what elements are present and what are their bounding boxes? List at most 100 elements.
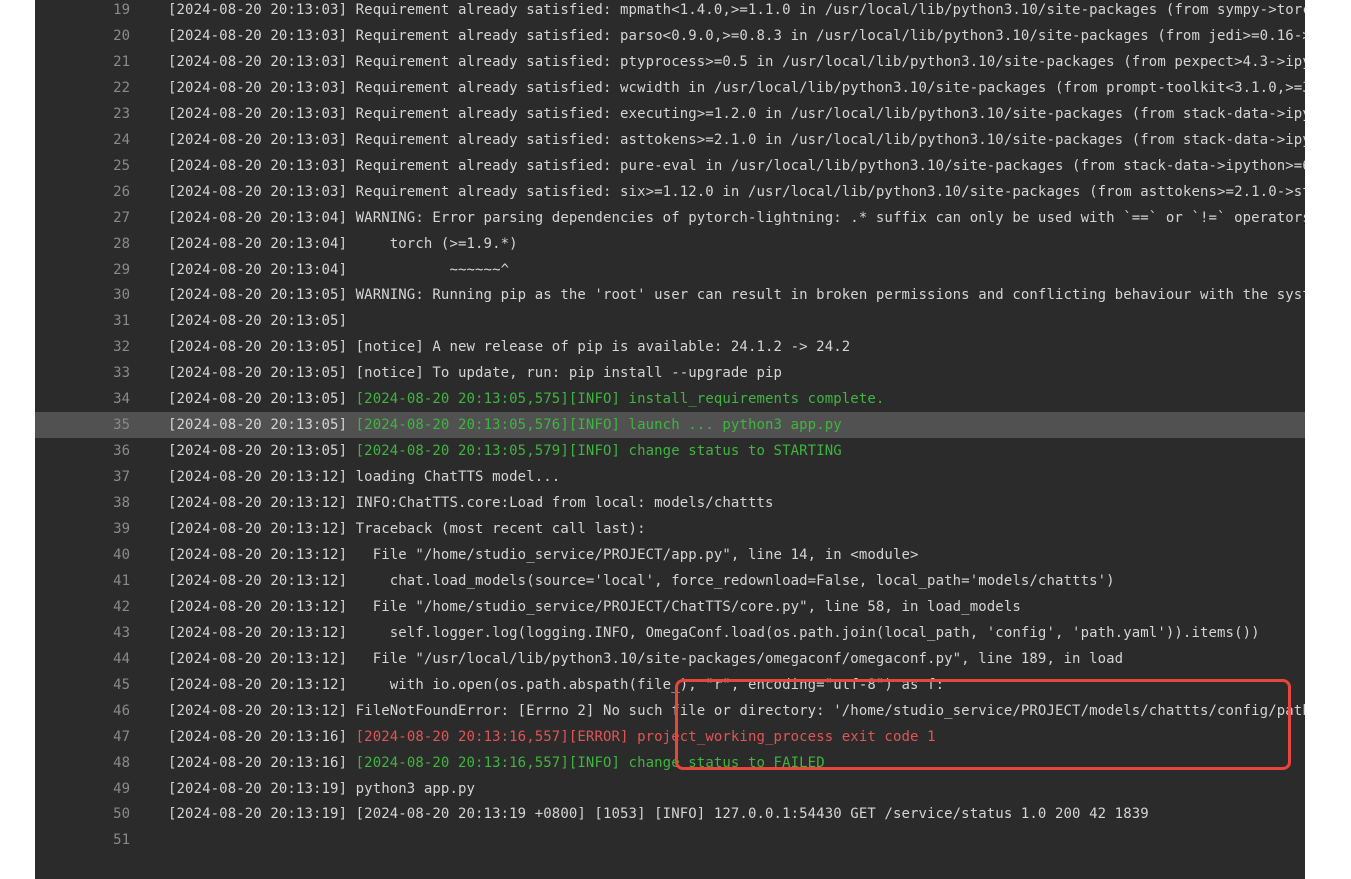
log-line: 27 [2024-08-20 20:13:04] WARNING: Error p… [35, 205, 1305, 231]
log-text: [2024-08-20 20:13:05] [notice] To update… [168, 365, 783, 382]
log-line: 38 [2024-08-20 20:13:12] INFO:ChatTTS.cor… [35, 490, 1305, 516]
log-text: [2024-08-20 20:13:03] Requirement alread… [168, 79, 1305, 96]
log-line: 30 [2024-08-20 20:13:05] WARNING: Running… [35, 282, 1305, 308]
log-timestamp-prefix: [2024-08-20 20:13:05] [168, 417, 356, 434]
line-number: 19 [113, 2, 130, 18]
line-number: 45 [113, 676, 130, 693]
line-number: 29 [113, 261, 130, 278]
log-line: 48 [2024-08-20 20:13:16] [2024-08-20 20:1… [35, 750, 1305, 776]
log-timestamp-prefix: [2024-08-20 20:13:16] [168, 754, 356, 771]
log-line: 36 [2024-08-20 20:13:05] [2024-08-20 20:1… [35, 438, 1305, 464]
line-number: 41 [113, 572, 130, 589]
log-text: [2024-08-20 20:13:12] File "/home/studio… [168, 546, 919, 563]
log-text: [2024-08-20 20:13:04] WARNING: Error par… [168, 209, 1305, 226]
line-number: 21 [113, 53, 130, 70]
line-number: 31 [113, 313, 130, 330]
log-line: 39 [2024-08-20 20:13:12] Traceback (most … [35, 516, 1305, 542]
log-line: 26 [2024-08-20 20:13:03] Requirement alre… [35, 179, 1305, 205]
line-number: 38 [113, 495, 130, 512]
log-text: [2024-08-20 20:13:03] Requirement alread… [168, 2, 1305, 18]
log-text: [2024-08-20 20:13:12] Traceback (most re… [168, 521, 646, 537]
log-line: 51 [35, 827, 1305, 853]
log-line: 28 [2024-08-20 20:13:04] torch (>=1.9.*) [35, 231, 1305, 257]
log-line: 43 [2024-08-20 20:13:12] self.logger.log(… [35, 620, 1305, 646]
log-line: 45 [2024-08-20 20:13:12] with io.open(os.… [35, 672, 1305, 698]
line-number: 27 [113, 209, 130, 226]
line-number: 42 [113, 598, 130, 615]
log-text: [2024-08-20 20:13:05] [2024-08-20 20:13:… [168, 412, 842, 438]
log-line: 25 [2024-08-20 20:13:03] Requirement alre… [35, 153, 1305, 179]
error-message: [2024-08-20 20:13:16,557][ERROR] project… [355, 728, 936, 745]
line-number: 33 [113, 365, 130, 382]
log-text: [2024-08-20 20:13:16] [2024-08-20 20:13:… [168, 750, 825, 776]
line-number: 34 [113, 391, 130, 408]
log-line: 24 [2024-08-20 20:13:03] Requirement alre… [35, 127, 1305, 153]
log-text: [2024-08-20 20:13:16] [2024-08-20 20:13:… [168, 724, 936, 750]
log-text: [2024-08-20 20:13:04] torch (>=1.9.*) [168, 235, 518, 252]
log-line: 31 [2024-08-20 20:13:05] [35, 308, 1305, 334]
line-number: 25 [113, 157, 130, 174]
log-timestamp-prefix: [2024-08-20 20:13:16] [168, 728, 356, 745]
log-line: 42 [2024-08-20 20:13:12] File "/home/stud… [35, 594, 1305, 620]
log-timestamp-prefix: [2024-08-20 20:13:05] [168, 391, 356, 408]
log-text: [2024-08-20 20:13:12] self.logger.log(lo… [168, 624, 1260, 641]
log-text: [2024-08-20 20:13:05] [2024-08-20 20:13:… [168, 438, 842, 464]
log-text: [2024-08-20 20:13:19] [2024-08-20 20:13:… [168, 806, 1149, 823]
line-number: 26 [113, 183, 130, 200]
info-message: [2024-08-20 20:13:05,579][INFO] change s… [355, 443, 842, 460]
line-number: 43 [113, 624, 130, 641]
line-number: 51 [113, 832, 130, 849]
log-line: 21 [2024-08-20 20:13:03] Requirement alre… [35, 49, 1305, 75]
log-line: 40 [2024-08-20 20:13:12] File "/home/stud… [35, 542, 1305, 568]
line-number: 30 [113, 287, 130, 304]
log-line: 23 [2024-08-20 20:13:03] Requirement alre… [35, 101, 1305, 127]
line-number: 36 [113, 443, 130, 460]
log-line: 32 [2024-08-20 20:13:05] [notice] A new r… [35, 334, 1305, 360]
log-text: [2024-08-20 20:13:04] ~~~~~~^ [168, 261, 510, 278]
right-margin [1305, 0, 1351, 879]
log-line: 20 [2024-08-20 20:13:03] Requirement alre… [35, 23, 1305, 49]
log-text: [2024-08-20 20:13:12] chat.load_models(s… [168, 572, 1115, 589]
info-message: [2024-08-20 20:13:16,557][INFO] change s… [355, 754, 825, 771]
line-number: 35 [113, 417, 130, 434]
line-number: 37 [113, 469, 130, 486]
log-text: [2024-08-20 20:13:12] FileNotFoundError:… [168, 702, 1305, 719]
log-text: [2024-08-20 20:13:05] WARNING: Running p… [168, 287, 1305, 304]
line-number: 46 [113, 702, 130, 719]
log-line: 50 [2024-08-20 20:13:19] [2024-08-20 20:1… [35, 801, 1305, 827]
log-line: 46 [2024-08-20 20:13:12] FileNotFoundErro… [35, 698, 1305, 724]
line-number: 48 [113, 754, 130, 771]
line-number: 40 [113, 546, 130, 563]
log-line: 19 [2024-08-20 20:13:03] Requirement alre… [35, 0, 1305, 23]
log-line: 47 [2024-08-20 20:13:16] [2024-08-20 20:1… [35, 724, 1305, 750]
log-text: [2024-08-20 20:13:03] Requirement alread… [168, 53, 1305, 70]
line-number: 44 [113, 650, 130, 667]
log-text: [2024-08-20 20:13:03] Requirement alread… [168, 157, 1305, 174]
log-line: 33 [2024-08-20 20:13:05] [notice] To upda… [35, 360, 1305, 386]
line-number: 47 [113, 728, 130, 745]
log-line: 29 [2024-08-20 20:13:04] ~~~~~~^ [35, 257, 1305, 283]
log-line: 37 [2024-08-20 20:13:12] loading ChatTTS … [35, 464, 1305, 490]
log-text: [2024-08-20 20:13:12] INFO:ChatTTS.core:… [168, 495, 774, 512]
line-number: 39 [113, 521, 130, 537]
log-line: 34 [2024-08-20 20:13:05] [2024-08-20 20:1… [35, 386, 1305, 412]
log-text: [2024-08-20 20:13:03] Requirement alread… [168, 27, 1305, 44]
line-number: 50 [113, 806, 130, 823]
line-number: 20 [113, 27, 130, 44]
line-number: 23 [113, 105, 130, 122]
info-message: [2024-08-20 20:13:05,575][INFO] install_… [355, 391, 885, 408]
log-text: [2024-08-20 20:13:03] Requirement alread… [168, 183, 1305, 200]
log-text: [2024-08-20 20:13:05] [notice] A new rel… [168, 339, 851, 356]
log-timestamp-prefix: [2024-08-20 20:13:05] [168, 443, 356, 460]
line-number: 49 [113, 780, 130, 797]
line-number: 24 [113, 131, 130, 148]
log-viewer[interactable]: 19 [2024-08-20 20:13:03] Requirement alre… [35, 0, 1305, 879]
log-text: [2024-08-20 20:13:05] [2024-08-20 20:13:… [168, 386, 884, 412]
log-text: [2024-08-20 20:13:12] loading ChatTTS mo… [168, 469, 561, 486]
log-text: [2024-08-20 20:13:12] File "/home/studio… [168, 598, 1021, 615]
log-line: 35 [2024-08-20 20:13:05] [2024-08-20 20:1… [35, 412, 1305, 439]
line-number: 28 [113, 235, 130, 252]
log-line: 49 [2024-08-20 20:13:19] python3 app.py [35, 776, 1305, 802]
log-line: 41 [2024-08-20 20:13:12] chat.load_models… [35, 568, 1305, 594]
line-number: 22 [113, 79, 130, 96]
